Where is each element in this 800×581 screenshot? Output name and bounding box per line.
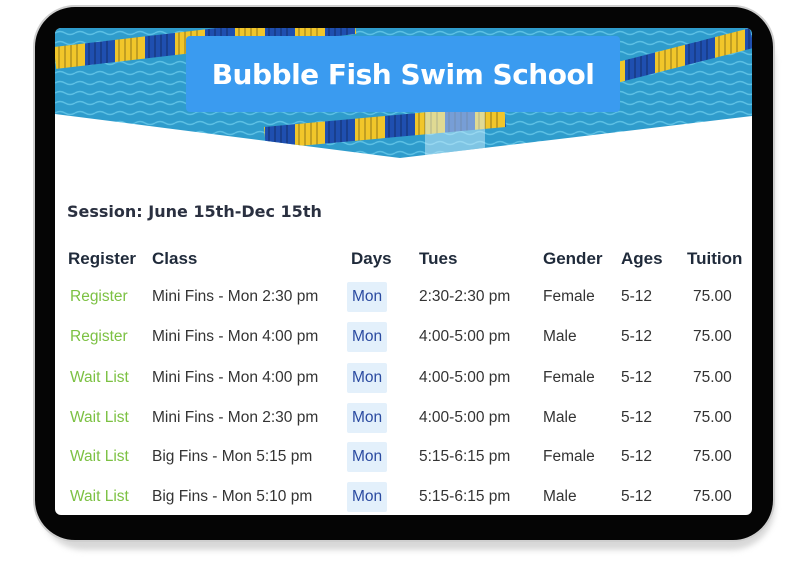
cell-ages: 5-12 (621, 409, 653, 426)
cell-class: Mini Fins - Mon 4:00 pm (152, 369, 319, 386)
tablet-screen: Bubble Fish Swim School Session: June 15… (55, 28, 752, 515)
cell-gender: Male (543, 488, 577, 505)
cell-class: Big Fins - Mon 5:10 pm (152, 488, 313, 505)
cell-ages: 5-12 (621, 448, 653, 465)
cell-class: Mini Fins - Mon 2:30 pm (152, 288, 319, 305)
cell-ages: 5-12 (621, 328, 653, 345)
wait-list-link[interactable]: Wait List (70, 368, 129, 388)
cell-tuition: 75.00 (693, 328, 732, 345)
cell-time: 2:30-2:30 pm (419, 288, 511, 305)
column-header-gender: Gender (543, 249, 603, 268)
column-header-class: Class (152, 249, 198, 268)
column-header-ages: Ages (621, 249, 663, 268)
cell-gender: Female (543, 369, 595, 386)
cell-tuition: 75.00 (693, 448, 732, 465)
column-header-tuition: Tuition (687, 249, 743, 268)
cell-ages: 5-12 (621, 288, 653, 305)
wait-list-link[interactable]: Wait List (70, 447, 129, 467)
cell-tuition: 75.00 (693, 409, 732, 426)
cell-tuition: 75.00 (693, 369, 732, 386)
cell-gender: Female (543, 448, 595, 465)
cell-tuition: 75.00 (693, 488, 732, 505)
cell-ages: 5-12 (621, 488, 653, 505)
title-banner: Bubble Fish Swim School (186, 36, 620, 112)
register-link[interactable]: Register (70, 287, 128, 307)
cell-class: Big Fins - Mon 5:15 pm (152, 448, 313, 465)
cell-class: Mini Fins - Mon 2:30 pm (152, 409, 319, 426)
cell-class: Mini Fins - Mon 4:00 pm (152, 328, 319, 345)
wait-list-link[interactable]: Wait List (70, 408, 129, 428)
cell-days: Mon (347, 442, 388, 472)
cell-time: 5:15-6:15 pm (419, 448, 511, 465)
cell-time: 4:00-5:00 pm (419, 369, 511, 386)
page-title: Bubble Fish Swim School (211, 57, 595, 91)
cell-days: Mon (347, 403, 388, 433)
cell-time: 4:00-5:00 pm (419, 409, 511, 426)
cell-gender: Male (543, 409, 577, 426)
cell-time: 4:00-5:00 pm (419, 328, 511, 345)
wait-list-link[interactable]: Wait List (70, 487, 129, 507)
cell-gender: Male (543, 328, 577, 345)
session-dates: Session: June 15th-Dec 15th (67, 202, 322, 221)
cell-gender: Female (543, 288, 595, 305)
cell-days: Mon (347, 282, 388, 312)
cell-tuition: 75.00 (693, 288, 732, 305)
cell-ages: 5-12 (621, 369, 653, 386)
column-header-days: Days (351, 249, 392, 268)
register-link[interactable]: Register (70, 327, 128, 347)
cell-days: Mon (347, 363, 388, 393)
cell-days: Mon (347, 482, 388, 512)
column-header-register: Register (68, 249, 137, 268)
cell-time: 5:15-6:15 pm (419, 488, 511, 505)
cell-days: Mon (347, 322, 388, 352)
column-header-time: Tues (419, 249, 458, 268)
